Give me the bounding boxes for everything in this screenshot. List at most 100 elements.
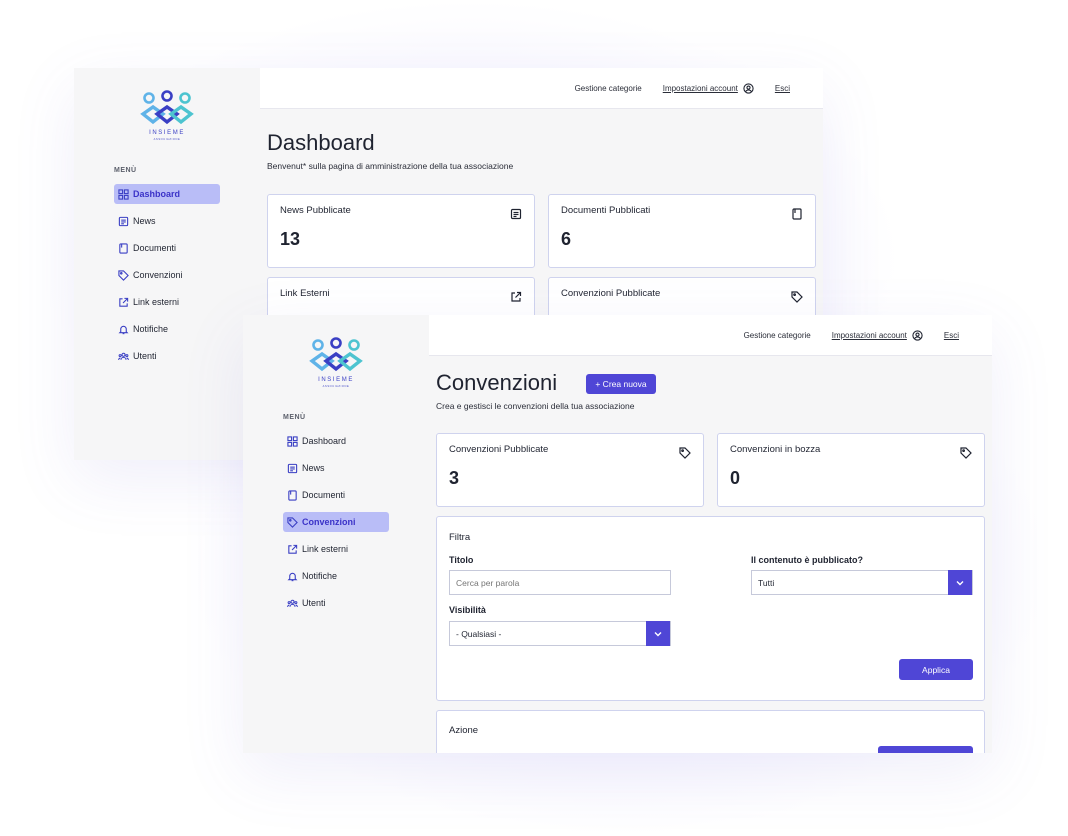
- stat-card-news: News Pubblicate 13: [267, 194, 535, 268]
- sidebar-item-label: Documenti: [302, 490, 346, 500]
- published-select[interactable]: Tutti: [751, 570, 973, 595]
- titolo-search-input[interactable]: [449, 570, 671, 595]
- sidebar-item-link-esterni[interactable]: Link esterni: [283, 539, 389, 559]
- sidebar-item-news[interactable]: News: [283, 458, 389, 478]
- sidebar-item-notifiche[interactable]: Notifiche: [283, 566, 389, 586]
- tag-icon: [118, 269, 129, 281]
- page-subtitle: Crea e gestisci le convenzioni della tua…: [436, 401, 635, 411]
- sidebar: INSIEME ASSOCIAZIONE MENÙ Dashboard News…: [243, 315, 429, 753]
- page-subtitle: Benvenut* sulla pagina di amministrazion…: [267, 161, 514, 171]
- bell-icon: [287, 571, 298, 582]
- account-settings-label: Impostazioni account: [831, 330, 907, 340]
- stat-label: Convenzioni in bozza: [730, 444, 821, 455]
- app-logo: INSIEME ASSOCIAZIONE: [135, 90, 199, 144]
- sidebar-item-utenti[interactable]: Utenti: [283, 593, 389, 613]
- topbar: Gestione categorie Impostazioni account …: [429, 315, 992, 356]
- stat-label: Link Esterni: [280, 288, 330, 299]
- chevron-down-icon: [948, 570, 972, 595]
- sidebar-item-label: Notifiche: [302, 571, 338, 581]
- stat-value: 0: [730, 468, 741, 488]
- external-link-icon: [287, 544, 298, 555]
- sidebar-item-label: Notifiche: [133, 324, 169, 334]
- stat-label: News Pubblicate: [280, 205, 351, 216]
- sidebar-item-label: Documenti: [133, 243, 177, 253]
- grid-icon: [287, 435, 298, 447]
- bell-icon: [118, 324, 129, 335]
- sidebar-item-utenti[interactable]: Utenti: [114, 346, 220, 366]
- sidebar: INSIEME ASSOCIAZIONE MENÙ Dashboard News…: [74, 68, 260, 460]
- sidebar-item-documenti[interactable]: Documenti: [283, 485, 389, 505]
- sidebar-item-label: Link esterni: [302, 544, 349, 554]
- filter-panel: Filtra Titolo Il contenuto è pubblicato?…: [436, 516, 985, 701]
- account-settings-label: Impostazioni account: [662, 83, 738, 93]
- account-settings-link[interactable]: Impostazioni account: [831, 329, 923, 341]
- svg-text:ASSOCIAZIONE: ASSOCIAZIONE: [154, 137, 181, 141]
- user-circle-icon: [912, 329, 923, 341]
- grid-icon: [118, 188, 129, 200]
- action-title: Azione: [449, 725, 479, 736]
- sidebar-item-news[interactable]: News: [114, 211, 220, 231]
- newspaper-icon: [510, 207, 522, 220]
- published-label: Il contenuto è pubblicato?: [751, 555, 863, 565]
- apply-button[interactable]: Applica: [899, 659, 973, 680]
- action-button[interactable]: [878, 746, 973, 753]
- sidebar-item-convenzioni[interactable]: Convenzioni: [114, 265, 220, 285]
- stat-value: 3: [449, 468, 460, 488]
- sidebar-item-convenzioni[interactable]: Convenzioni: [283, 512, 389, 532]
- main-content: Gestione categorie Impostazioni account …: [429, 315, 992, 753]
- stat-card-documenti: Documenti Pubblicati 6: [548, 194, 816, 268]
- sidebar-item-documenti[interactable]: Documenti: [114, 238, 220, 258]
- sidebar-item-label: Dashboard: [133, 189, 181, 199]
- sidebar-item-notifiche[interactable]: Notifiche: [114, 319, 220, 339]
- user-circle-icon: [743, 82, 754, 94]
- titolo-label: Titolo: [449, 555, 474, 565]
- svg-text:ASSOCIAZIONE: ASSOCIAZIONE: [323, 384, 350, 388]
- sidebar-item-label: News: [302, 463, 325, 473]
- stat-card-draft: Convenzioni in bozza 0: [717, 433, 985, 507]
- published-select-value: Tutti: [758, 577, 775, 588]
- sidebar-item-dashboard[interactable]: Dashboard: [283, 431, 389, 451]
- sidebar-item-label: Utenti: [302, 598, 326, 608]
- filter-title: Filtra: [449, 532, 471, 543]
- menu-title: MENÙ: [283, 414, 306, 421]
- logout-link[interactable]: Esci: [944, 331, 959, 340]
- sidebar-nav: Dashboard News Documenti Convenzioni Lin…: [283, 431, 389, 620]
- page-title: Dashboard: [267, 130, 375, 155]
- account-settings-link[interactable]: Impostazioni account: [662, 82, 754, 94]
- book-icon: [118, 242, 129, 254]
- visibility-select-value: - Qualsiasi -: [456, 628, 502, 639]
- sidebar-item-label: Dashboard: [302, 436, 347, 446]
- newspaper-icon: [287, 463, 298, 474]
- tag-icon: [679, 446, 691, 459]
- book-icon: [791, 207, 803, 220]
- visibility-label: Visibilità: [449, 605, 486, 615]
- sidebar-item-label: Link esterni: [133, 297, 180, 307]
- svg-text:INSIEME: INSIEME: [318, 377, 354, 383]
- visibility-select[interactable]: - Qualsiasi -: [449, 621, 671, 646]
- sidebar-item-link-esterni[interactable]: Link esterni: [114, 292, 220, 312]
- tag-icon: [287, 516, 298, 528]
- convenzioni-window: INSIEME ASSOCIAZIONE MENÙ Dashboard News…: [243, 315, 992, 753]
- logout-link[interactable]: Esci: [775, 84, 790, 93]
- stat-card-published: Convenzioni Pubblicate 3: [436, 433, 704, 507]
- sidebar-item-label: Utenti: [133, 351, 157, 361]
- svg-text:INSIEME: INSIEME: [149, 130, 185, 136]
- sidebar-item-dashboard[interactable]: Dashboard: [114, 184, 220, 204]
- sidebar-item-label: Convenzioni: [302, 517, 356, 527]
- action-panel: Azione: [436, 710, 985, 753]
- page-title: Convenzioni: [436, 370, 558, 395]
- create-new-button[interactable]: + Crea nuova: [586, 374, 656, 394]
- users-icon: [287, 598, 298, 609]
- sidebar-item-label: Convenzioni: [133, 270, 183, 280]
- tag-icon: [791, 290, 803, 303]
- tag-icon: [960, 446, 972, 459]
- manage-categories-link[interactable]: Gestione categorie: [575, 84, 642, 93]
- manage-categories-link[interactable]: Gestione categorie: [744, 331, 811, 340]
- stat-label: Convenzioni Pubblicate: [561, 288, 661, 299]
- sidebar-item-label: News: [133, 216, 156, 226]
- external-link-icon: [510, 290, 522, 302]
- users-icon: [118, 351, 129, 362]
- chevron-down-icon: [646, 621, 670, 646]
- stat-label: Documenti Pubblicati: [561, 205, 651, 216]
- external-link-icon: [118, 297, 129, 308]
